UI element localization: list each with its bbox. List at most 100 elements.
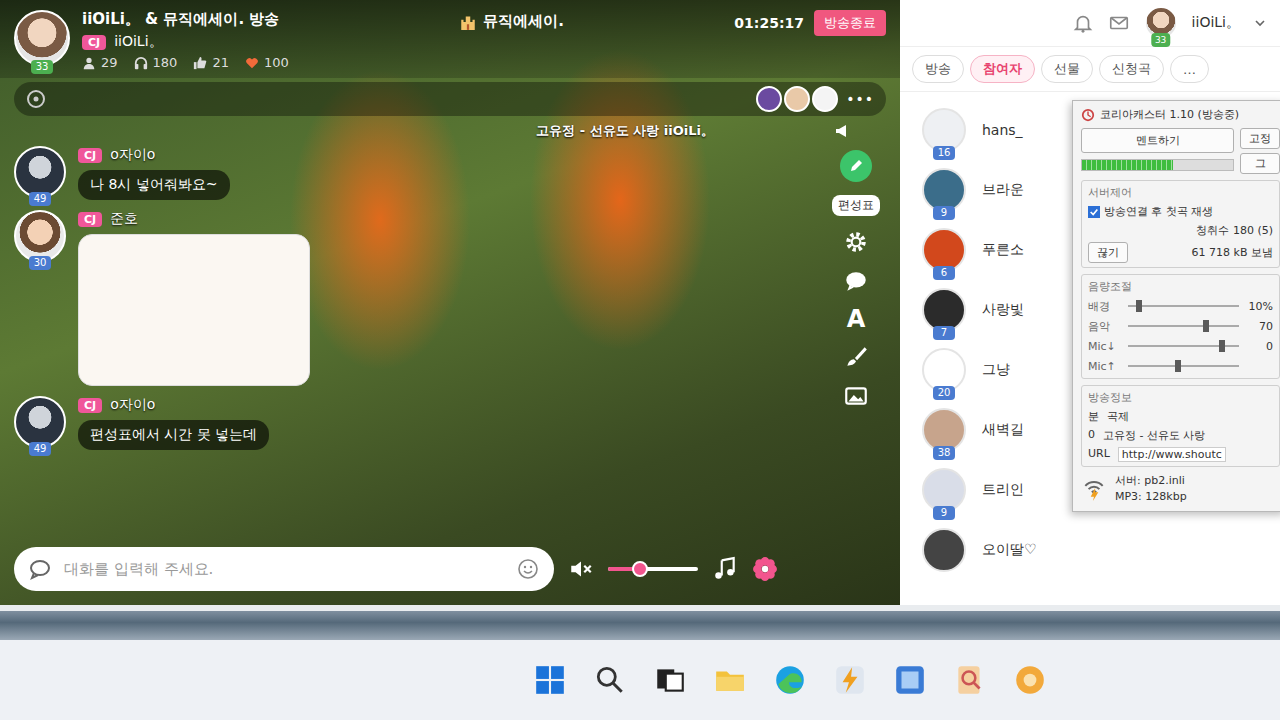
flower-icon[interactable] xyxy=(752,556,778,582)
viewer-app-icon[interactable] xyxy=(953,663,987,697)
info-cell: 0 xyxy=(1088,428,1095,443)
guest-avatar[interactable] xyxy=(784,86,810,112)
caster-app-icon[interactable] xyxy=(833,663,867,697)
side-tab[interactable]: 선물 xyxy=(1041,55,1093,83)
caster-side-buttons: 고정그 xyxy=(1240,128,1280,174)
participant-avatar: 6 xyxy=(922,228,966,272)
user-name[interactable]: iiOiLi。 xyxy=(1192,14,1240,32)
participant-name: 트리인 xyxy=(982,481,1024,499)
guest-avatar[interactable] xyxy=(812,86,838,112)
chat-avatar[interactable]: 49 xyxy=(14,396,66,448)
host-avatar[interactable]: 33 xyxy=(14,10,70,66)
participant-level: 38 xyxy=(933,446,955,460)
edge-icon[interactable] xyxy=(773,663,807,697)
url-field[interactable]: http://www.shoutc xyxy=(1118,447,1226,462)
volume-track[interactable] xyxy=(1128,365,1239,367)
host-avatar-image xyxy=(14,10,70,66)
pencil-button[interactable] xyxy=(840,150,872,182)
more-button[interactable]: ••• xyxy=(846,91,874,107)
music-note-icon[interactable] xyxy=(712,556,738,582)
cj-badge: CJ xyxy=(78,398,102,413)
side-tab[interactable]: 참여자 xyxy=(970,55,1035,83)
chat-avatar[interactable]: 30 xyxy=(14,210,66,262)
side-tab[interactable]: … xyxy=(1170,55,1209,83)
broadcast-controls: 01:25:17방송종료 xyxy=(734,10,886,36)
folder-icon[interactable] xyxy=(713,663,747,697)
server-row: 끊기61 718 kB 보냄 xyxy=(1088,242,1273,263)
volume-row-thumb[interactable] xyxy=(1203,320,1209,332)
chat-head: CJo자이o xyxy=(78,146,155,164)
disc-icon xyxy=(26,89,46,109)
volume-row-thumb[interactable] xyxy=(1175,360,1181,372)
participant-name: 새벽길 xyxy=(982,421,1024,439)
caster-titlebar[interactable]: 코리아캐스터 1.10 (방송중) xyxy=(1081,107,1280,122)
info-label: 방송정보 xyxy=(1088,390,1273,405)
volume-row-thumb[interactable] xyxy=(1136,300,1142,312)
taskbar xyxy=(0,640,1280,720)
player-app-icon[interactable] xyxy=(1013,663,1047,697)
volume-track[interactable] xyxy=(1128,345,1239,347)
chat-input[interactable]: 대화를 입력해 주세요. xyxy=(14,547,554,591)
caster-footer: 서버: pb2.inli MP3: 128kbp xyxy=(1081,473,1280,503)
image-icon[interactable] xyxy=(843,383,869,409)
broadcast-body: 49CJo자이o나 8시 넣어줘봐요~30CJ준호49CJo자이o편성표에서 시… xyxy=(0,142,900,539)
cj-badge: CJ xyxy=(82,35,106,50)
bell-icon[interactable] xyxy=(1072,12,1094,34)
volume-track[interactable] xyxy=(1128,325,1239,327)
chat-avatar-image xyxy=(14,146,66,198)
caster-window: 코리아캐스터 1.10 (방송중)멘트하기고정그서버제어방송연결 후 첫곡 재생… xyxy=(1072,100,1280,512)
autoplay-checkbox[interactable]: 방송연결 후 첫곡 재생 xyxy=(1088,204,1273,219)
speaker-icon[interactable] xyxy=(568,556,594,582)
stat: 100 xyxy=(245,55,289,70)
chevron-down-icon[interactable] xyxy=(1254,17,1266,29)
tool-column: 편성표 A xyxy=(826,146,886,539)
task-view-icon[interactable] xyxy=(653,663,687,697)
end-broadcast-button[interactable]: 방송종료 xyxy=(814,10,886,36)
volume-thumb[interactable] xyxy=(632,561,648,577)
server-address: 서버: pb2.inli xyxy=(1115,473,1187,488)
disconnect-button[interactable]: 끊기 xyxy=(1088,242,1128,263)
brush-icon[interactable] xyxy=(843,344,869,370)
chat-head: CJ준호 xyxy=(78,210,138,228)
mail-icon[interactable] xyxy=(1108,12,1130,34)
font-tool[interactable]: A xyxy=(847,307,866,331)
chat-level: 30 xyxy=(29,256,51,270)
app-icon[interactable] xyxy=(893,663,927,697)
windows-start-icon[interactable] xyxy=(533,663,567,697)
megaphone-icon[interactable] xyxy=(834,123,850,139)
chat-bubble: 편성표에서 시간 못 넣는데 xyxy=(78,420,269,450)
schedule-label[interactable]: 편성표 xyxy=(832,195,880,216)
side-tab[interactable]: 신청곡 xyxy=(1099,55,1164,83)
caster-side-button[interactable]: 그 xyxy=(1240,153,1280,174)
smile-icon[interactable] xyxy=(516,557,540,581)
volume-slider[interactable] xyxy=(608,567,698,571)
user-avatar[interactable]: 33 xyxy=(1144,6,1178,40)
volume-row-label: Mic↑ xyxy=(1088,360,1122,373)
stream-format: MP3: 128kbp xyxy=(1115,490,1187,503)
caster-side-button[interactable]: 고정 xyxy=(1240,128,1280,149)
guest-avatar[interactable] xyxy=(756,86,782,112)
chat-avatar-image xyxy=(14,396,66,448)
participant-level: 7 xyxy=(933,326,955,340)
signal-icon xyxy=(1081,475,1107,501)
search-icon[interactable] xyxy=(593,663,627,697)
participant-name: 브라운 xyxy=(982,181,1024,199)
volume-track[interactable] xyxy=(1128,305,1239,307)
volume-row: Mic↑ xyxy=(1088,358,1273,374)
caster-left: 멘트하기 xyxy=(1081,128,1234,174)
chat-bubble-icon[interactable] xyxy=(843,268,869,294)
chat-avatar[interactable]: 49 xyxy=(14,146,66,198)
checkbox[interactable] xyxy=(1088,206,1100,218)
volume-reading: 10% xyxy=(1245,300,1273,313)
guest-avatars xyxy=(756,86,838,112)
desktop: 33iiOiLi。 & 뮤직에세이. 방송CJiiOiLi。2918021100… xyxy=(0,0,1280,605)
participant-avatar xyxy=(922,528,966,572)
gear-icon[interactable] xyxy=(843,229,869,255)
participant-level: 16 xyxy=(933,146,955,160)
participant-row[interactable]: 오이딸♡ xyxy=(922,524,1280,576)
volume-row-thumb[interactable] xyxy=(1219,340,1225,352)
heart-icon xyxy=(245,56,259,70)
headphones-icon xyxy=(134,56,148,70)
side-tab[interactable]: 방송 xyxy=(912,55,964,83)
ment-button[interactable]: 멘트하기 xyxy=(1081,128,1234,153)
